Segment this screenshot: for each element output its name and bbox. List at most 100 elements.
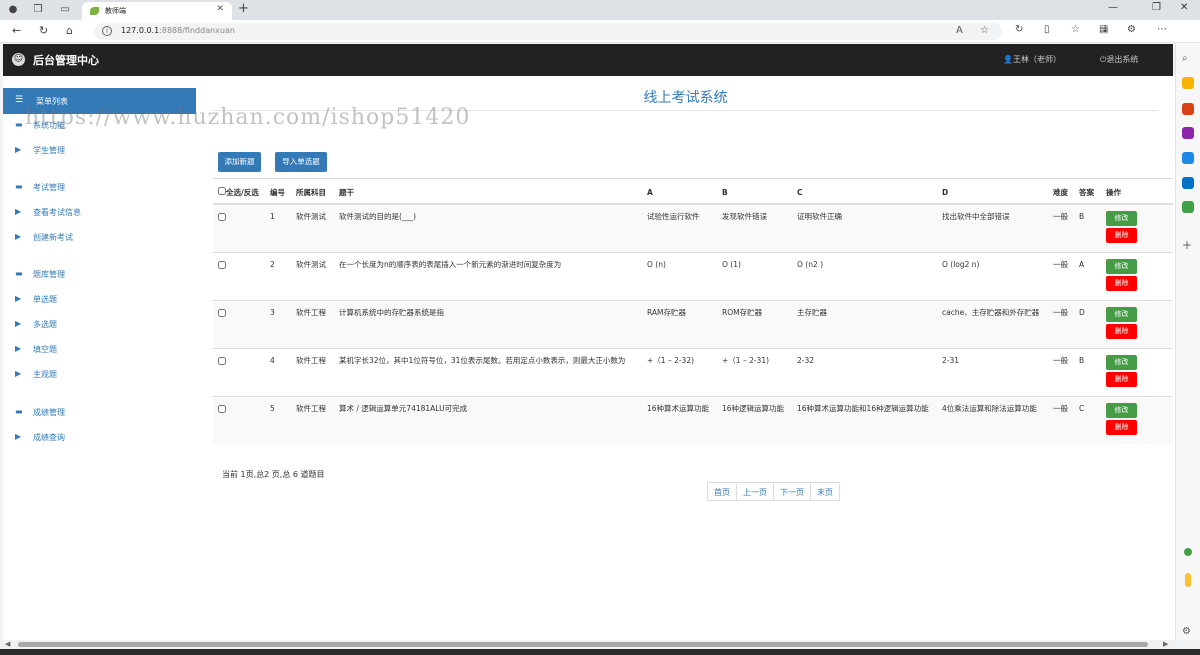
cell-a: +（1 – 2-32) (642, 347, 717, 396)
extensions-icon[interactable]: ⚙ (1127, 24, 1136, 35)
browser-tab[interactable]: 教师端 ✕ (82, 2, 232, 20)
cell-d: cache、主存贮器和外存贮器 (937, 299, 1048, 348)
edit-button[interactable]: 修改 (1106, 306, 1137, 322)
url-field[interactable]: i 127.0.0.1:8888/finddanxuan A ☆ (94, 23, 1002, 40)
page-last-link[interactable]: 末页 (810, 482, 840, 501)
browser-tab-bar: ● ❒ ▭ 教师端 ✕ + — ❐ ✕ (0, 0, 1200, 20)
table-row: 1 软件测试 软件测试的目的是(___) 试验性运行软件 发现软件错误 证明软件… (213, 203, 1173, 252)
cell-subject: 软件工程 (291, 395, 334, 444)
cell-d: O (log2 n) (937, 251, 1048, 300)
drop-icon[interactable] (1182, 201, 1194, 213)
arrow-right-icon: ▶ (15, 344, 22, 353)
games-icon[interactable] (1182, 127, 1194, 139)
select-all-header[interactable]: 全选/反选 (213, 178, 265, 205)
cell-no: 1 (265, 203, 291, 252)
browser-refresh-icon[interactable]: ↻ (1015, 24, 1023, 35)
menu-item-multi-choice[interactable]: ▶ 多选题 (3, 318, 196, 332)
favorites-icon[interactable]: ☆ (1071, 24, 1080, 35)
delete-button[interactable]: 删除 (1106, 419, 1137, 435)
menu-group-exams[interactable]: ▬ 考试管理 (3, 181, 196, 195)
edit-button[interactable]: 修改 (1106, 402, 1137, 418)
import-questions-button[interactable]: 导入单选题 (275, 152, 327, 172)
menu-item-single-choice[interactable]: ▶ 单选题 (3, 293, 196, 307)
favorite-star-icon[interactable]: ☆ (980, 25, 989, 36)
cell-b: 16种逻辑运算功能 (717, 395, 792, 444)
cell-b: ROM存贮器 (717, 299, 792, 348)
cell-answer: B (1074, 203, 1101, 252)
scroll-right-icon[interactable]: ▶ (1163, 640, 1168, 648)
menu-group-question-bank[interactable]: ▬ 题库管理 (3, 268, 196, 282)
row-checkbox[interactable] (218, 213, 226, 221)
refresh-icon[interactable]: ↻ (39, 24, 48, 37)
current-user[interactable]: 👤王林（老师） (1003, 54, 1061, 65)
close-tab-icon[interactable]: ✕ (216, 4, 224, 14)
search-icon[interactable]: ⌕ (1182, 53, 1194, 65)
read-aloud-icon[interactable]: A (956, 25, 963, 36)
copilot-icon[interactable] (1182, 152, 1194, 164)
menu-item-create-exam[interactable]: ▶ 创建新考试 (3, 231, 196, 245)
cell-stem: 在一个长度为n的顺序表的表尾插入一个新元素的渐进时间复杂度为 (334, 251, 642, 300)
page-first-link[interactable]: 首页 (707, 482, 737, 501)
minimize-icon[interactable]: — (1108, 2, 1118, 13)
profile-icon[interactable]: ● (6, 3, 20, 17)
select-all-checkbox[interactable] (218, 187, 226, 195)
new-tab-icon[interactable]: + (238, 1, 249, 16)
edit-button[interactable]: 修改 (1106, 354, 1137, 370)
menu-item-score-query[interactable]: ▶ 成绩查询 (3, 431, 196, 445)
site-info-icon[interactable]: i (102, 26, 112, 36)
menu-group-scores[interactable]: ▬ 成绩管理 (3, 406, 196, 420)
outlook-icon[interactable] (1182, 177, 1194, 189)
menu-item-fill-blank[interactable]: ▶ 填空题 (3, 343, 196, 357)
close-window-icon[interactable]: ✕ (1180, 2, 1188, 13)
add-sidebar-icon[interactable]: + (1182, 238, 1194, 252)
cell-b: 发现软件错误 (717, 203, 792, 252)
app-title: 后台管理中心 (33, 54, 99, 67)
cell-a: RAM存贮器 (642, 299, 717, 348)
page-prev-link[interactable]: 上一页 (736, 482, 774, 501)
home-icon[interactable]: ⌂ (66, 24, 73, 37)
tab-actions-icon[interactable]: ▭ (58, 3, 72, 17)
row-checkbox[interactable] (218, 356, 226, 365)
delete-button[interactable]: 删除 (1106, 323, 1137, 339)
col-stem: 题干 (334, 178, 642, 205)
shopping-icon[interactable] (1182, 103, 1194, 115)
edit-button[interactable]: 修改 (1106, 211, 1137, 226)
table-header-row: 全选/反选 编号 所属科目 题干 A B C D 难度 答案 操作 (213, 178, 1173, 205)
delete-button[interactable]: 删除 (1106, 275, 1137, 291)
menu-item-view-exams[interactable]: ▶ 查看考试信息 (3, 206, 196, 220)
cell-stem: 算术 / 逻辑运算单元74181ALU可完成 (334, 395, 642, 444)
menu-item-students[interactable]: ▶ 学生管理 (3, 144, 196, 158)
cell-subject: 软件测试 (291, 251, 334, 300)
tools-icon[interactable] (1182, 77, 1194, 89)
more-menu-icon[interactable]: ⋯ (1157, 24, 1167, 35)
table-row: 5 软件工程 算术 / 逻辑运算单元74181ALU可完成 16种算术运算功能 … (213, 395, 1173, 444)
side-menu: ☰ 菜单列表 ▬ 系统功能 ▶ 学生管理 ▬ 考试管理 ▶ 查看考试信息 ▶ 创建新考试 … (3, 76, 198, 640)
menu-item-subjective[interactable]: ▶ 主观题 (3, 368, 196, 382)
row-checkbox[interactable] (218, 404, 226, 413)
workspaces-icon[interactable]: ❒ (31, 3, 45, 17)
delete-button[interactable]: 删除 (1106, 228, 1137, 243)
site-favicon-icon (90, 7, 99, 15)
horizontal-scrollbar[interactable]: ◀ ▶ (0, 640, 1175, 649)
scroll-left-icon[interactable]: ◀ (5, 640, 10, 648)
row-checkbox[interactable] (218, 260, 226, 269)
row-checkbox[interactable] (218, 308, 226, 317)
edit-button[interactable]: 修改 (1106, 258, 1137, 274)
scroll-thumb[interactable] (18, 642, 1148, 647)
cell-b: +（1 – 2-31) (717, 347, 792, 396)
table-row: 3 软件工程 计算机系统中的存贮器系统是指 RAM存贮器 ROM存贮器 主存贮器… (213, 299, 1173, 348)
arrow-right-icon: ▶ (15, 232, 22, 241)
briefcase-icon: ▬ (15, 120, 23, 129)
maximize-icon[interactable]: ❐ (1152, 2, 1161, 13)
settings-icon[interactable]: ⚙ (1182, 626, 1194, 638)
downloads-icon[interactable]: ↓ (1101, 24, 1109, 35)
back-icon[interactable]: ← (12, 24, 21, 37)
add-question-button[interactable]: 添加新题 (218, 152, 261, 172)
cell-no: 2 (265, 251, 291, 300)
page-next-link[interactable]: 下一页 (773, 482, 811, 501)
cell-difficulty: 一般 (1048, 395, 1074, 444)
col-subject: 所属科目 (291, 178, 334, 205)
logout-link[interactable]: ⏻退出系统 (1100, 54, 1138, 65)
delete-button[interactable]: 删除 (1106, 371, 1137, 387)
split-screen-icon[interactable]: ▯ (1044, 24, 1050, 35)
